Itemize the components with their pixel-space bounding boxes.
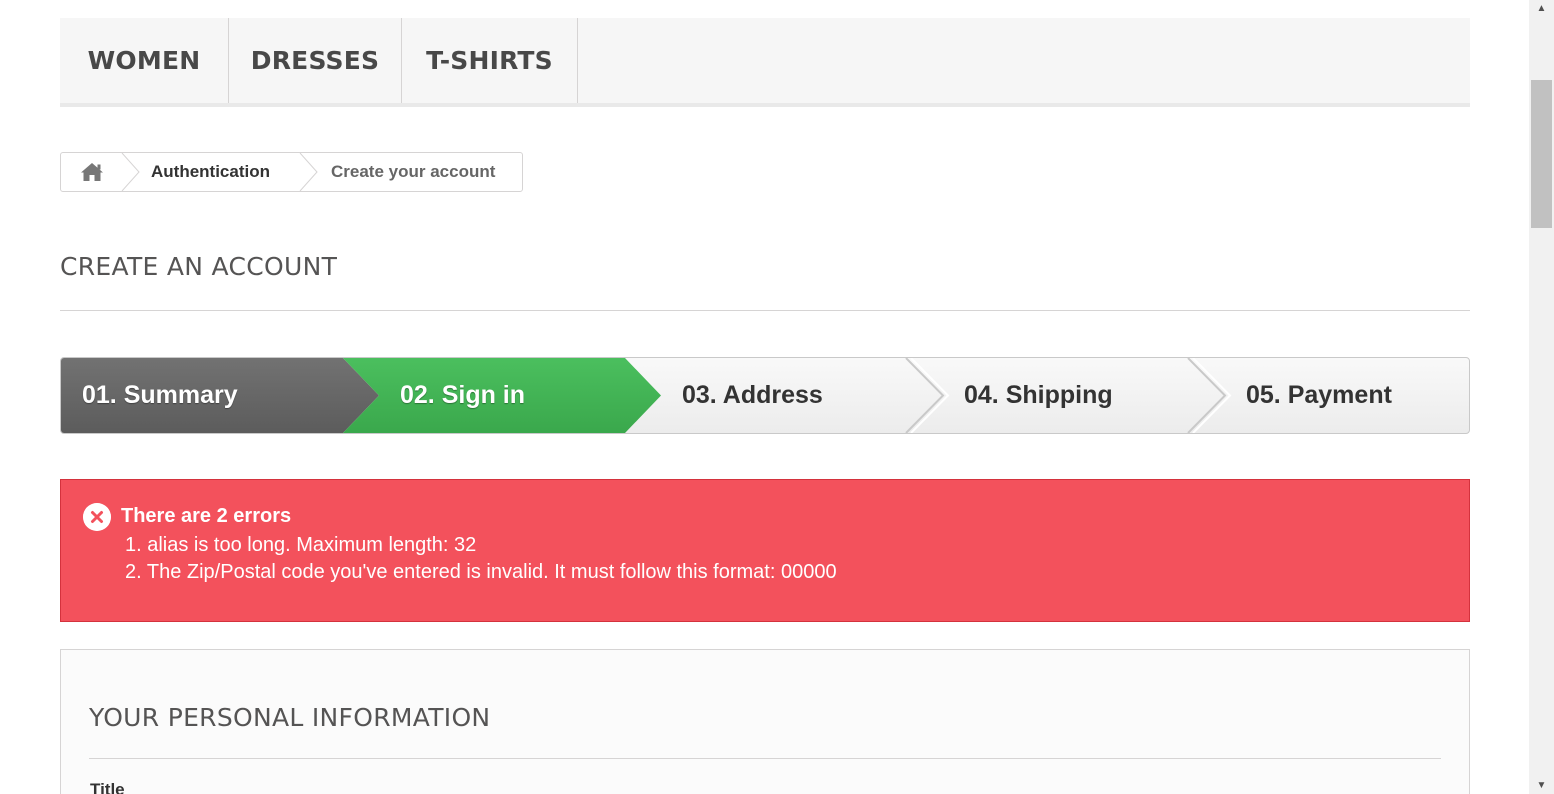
step-shipping: 04. Shipping [964, 381, 1113, 409]
breadcrumb-authentication[interactable]: Authentication [151, 153, 270, 191]
scroll-down-arrow-icon[interactable]: ▼ [1529, 777, 1554, 794]
scroll-up-arrow-icon[interactable]: ▲ [1529, 0, 1554, 17]
error-item: 2. The Zip/Postal code you've entered is… [125, 561, 837, 583]
section-heading: YOUR PERSONAL INFORMATION [89, 703, 491, 732]
step-sign-in: 02. Sign in [400, 381, 526, 409]
breadcrumb-separator [121, 153, 140, 191]
scrollbar-thumb[interactable] [1531, 80, 1552, 228]
step-divider [1187, 358, 1227, 433]
order-steps: 01. Summary 02. Sign in 03. Address 04. … [60, 357, 1470, 434]
error-alert: There are 2 errors 1. alias is too long.… [60, 479, 1470, 622]
step-divider [905, 358, 945, 433]
breadcrumb-current: Create your account [331, 162, 496, 181]
page: WOMEN DRESSES T-SHIRTS Authentication Cr… [0, 0, 1529, 794]
page-title: CREATE AN ACCOUNT [60, 252, 338, 281]
error-list: 1. alias is too long. Maximum length: 32… [125, 532, 837, 586]
home-icon [81, 163, 103, 181]
step-payment: 05. Payment [1246, 381, 1392, 409]
vertical-scrollbar[interactable]: ▲ ▼ [1529, 0, 1554, 794]
top-menu: WOMEN DRESSES T-SHIRTS [60, 18, 1470, 107]
breadcrumb-home-link[interactable] [61, 153, 123, 191]
error-title: There are 2 errors [121, 505, 292, 527]
menu-item-t-shirts[interactable]: T-SHIRTS [402, 18, 578, 103]
step-summary[interactable]: 01. Summary [82, 358, 238, 433]
menu-item-women[interactable]: WOMEN [60, 18, 229, 103]
personal-information-section: YOUR PERSONAL INFORMATION Title [60, 649, 1470, 794]
breadcrumb: Authentication Create your account [60, 152, 523, 192]
menu-item-dresses[interactable]: DRESSES [229, 18, 402, 103]
step-address: 03. Address [682, 381, 823, 409]
error-x-icon [83, 503, 111, 531]
title-label: Title [90, 780, 125, 794]
heading-divider [60, 310, 1470, 311]
breadcrumb-separator [299, 153, 318, 191]
section-divider [89, 758, 1441, 759]
error-item: 1. alias is too long. Maximum length: 32 [125, 534, 477, 556]
